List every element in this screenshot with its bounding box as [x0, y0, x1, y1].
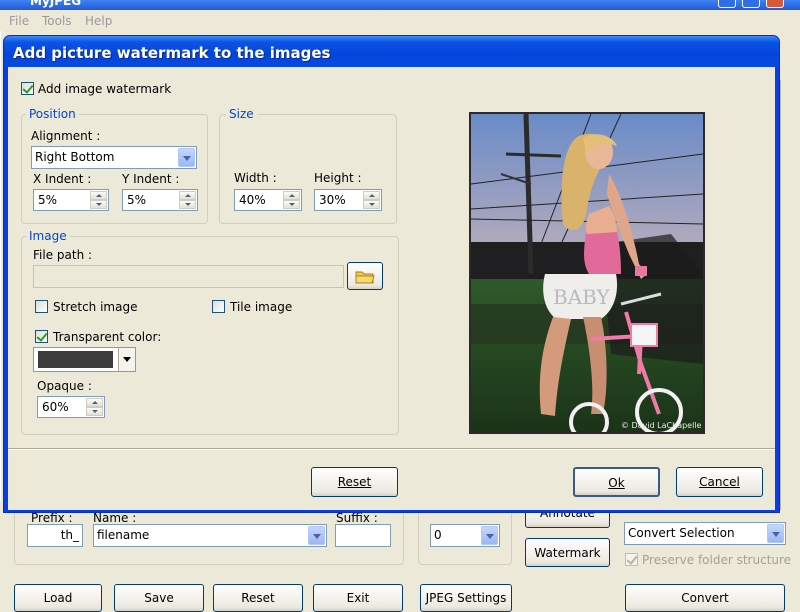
jpeg-settings-button[interactable]: JPEG Settings: [420, 584, 512, 612]
opaque-spinner[interactable]: [86, 398, 103, 416]
shorts-text: BABY: [553, 285, 610, 309]
opaque-input[interactable]: 60%: [37, 396, 105, 418]
chevron-down-icon[interactable]: [308, 526, 325, 545]
save-button[interactable]: Save: [114, 584, 204, 612]
dialog-title: Add picture watermark to the images: [13, 44, 331, 62]
convert-mode-select[interactable]: Convert Selection: [624, 522, 786, 545]
preview-photo: BABY © David LaChapelle: [471, 114, 703, 432]
height-label: Height :: [314, 171, 362, 185]
suffix-label: Suffix :: [336, 511, 378, 525]
alignment-label: Alignment :: [31, 129, 101, 143]
cancel-button-label: Cancel: [699, 475, 740, 489]
file-path-label: File path :: [33, 248, 93, 262]
photo-credit: © David LaChapelle: [621, 421, 702, 430]
stretch-image-checkbox[interactable]: [35, 300, 48, 313]
reset-button-label: Reset: [337, 475, 372, 489]
menu-tools[interactable]: Tools: [42, 14, 72, 28]
menu-file[interactable]: File: [9, 14, 29, 28]
minimize-icon[interactable]: [718, 0, 736, 8]
name-select[interactable]: filename: [93, 524, 327, 547]
spin-up-icon[interactable]: [363, 191, 380, 200]
watermark-button[interactable]: Watermark: [525, 538, 610, 567]
height-input[interactable]: 30%: [314, 189, 382, 211]
exit-button[interactable]: Exit: [313, 584, 403, 612]
main-window-edge: [780, 80, 781, 510]
ok-button[interactable]: Ok: [573, 467, 660, 497]
spin-up-icon[interactable]: [90, 191, 107, 200]
close-icon[interactable]: [766, 0, 784, 8]
chevron-down-icon[interactable]: [178, 148, 195, 167]
preserve-folder-label: Preserve folder structure: [642, 553, 792, 567]
height-spinner[interactable]: [363, 191, 380, 209]
add-watermark-checkbox[interactable]: [21, 82, 34, 95]
stretch-image-label: Stretch image: [53, 300, 138, 314]
number-select-value: 0: [434, 528, 442, 542]
spin-up-icon[interactable]: [86, 398, 103, 407]
y-indent-label: Y Indent :: [122, 172, 180, 186]
prefix-label: Prefix :: [31, 511, 73, 525]
spin-down-icon[interactable]: [283, 200, 300, 209]
tile-image-label: Tile image: [230, 300, 293, 314]
spin-down-icon[interactable]: [90, 200, 107, 209]
y-indent-value: 5%: [127, 193, 147, 207]
convert-button[interactable]: Convert: [625, 584, 785, 612]
preserve-folder-checkbox[interactable]: [625, 553, 638, 566]
alignment-select[interactable]: Right Bottom: [31, 146, 197, 169]
dropdown-arrow-icon[interactable]: [118, 348, 135, 371]
menu-help[interactable]: Help: [85, 14, 112, 28]
y-indent-input[interactable]: 5%: [122, 189, 198, 211]
name-select-value: filename: [97, 528, 150, 542]
width-spinner[interactable]: [283, 191, 300, 209]
convert-mode-value: Convert Selection: [628, 526, 735, 540]
menubar: File Tools Help: [0, 11, 800, 31]
ok-button-label: Ok: [608, 476, 625, 490]
x-indent-input[interactable]: 5%: [33, 189, 109, 211]
opaque-value: 60%: [42, 400, 69, 414]
spin-down-icon[interactable]: [179, 200, 196, 209]
x-indent-label: X Indent :: [33, 172, 92, 186]
transparent-color-label: Transparent color:: [53, 330, 162, 344]
chevron-down-icon[interactable]: [481, 526, 498, 545]
y-indent-spinner[interactable]: [179, 191, 196, 209]
main-titlebar: MyJPEG: [0, 0, 800, 10]
spin-down-icon[interactable]: [363, 200, 380, 209]
reset-button[interactable]: Reset: [311, 467, 398, 497]
number-select[interactable]: 0: [430, 524, 500, 547]
position-group-title: Position: [26, 107, 79, 121]
reset-main-button[interactable]: Reset: [213, 584, 303, 612]
tile-image-checkbox[interactable]: [212, 300, 225, 313]
opaque-label: Opaque :: [37, 379, 92, 393]
transparent-color-picker[interactable]: [33, 347, 136, 372]
load-button[interactable]: Load: [14, 584, 102, 612]
spin-up-icon[interactable]: [283, 191, 300, 200]
alignment-select-value: Right Bottom: [35, 150, 115, 164]
file-path-input[interactable]: [33, 265, 344, 288]
size-group-title: Size: [226, 107, 257, 121]
name-label: Name :: [93, 511, 137, 525]
spin-up-icon[interactable]: [179, 191, 196, 200]
color-swatch: [38, 351, 113, 368]
maximize-icon[interactable]: [742, 0, 760, 8]
height-value: 30%: [319, 193, 346, 207]
chevron-down-icon[interactable]: [767, 524, 784, 543]
transparent-color-checkbox[interactable]: [35, 330, 48, 343]
folder-icon: [355, 271, 375, 284]
preview-image: BABY © David LaChapelle: [469, 112, 705, 434]
x-indent-spinner[interactable]: [90, 191, 107, 209]
x-indent-value: 5%: [38, 193, 58, 207]
browse-button[interactable]: [347, 262, 383, 290]
dialog-separator: [8, 448, 775, 450]
suffix-input[interactable]: [335, 524, 391, 547]
dialog-titlebar[interactable]: Add picture watermark to the images: [4, 36, 779, 67]
width-value: 40%: [239, 193, 266, 207]
image-group-title: Image: [26, 229, 70, 243]
app-title: MyJPEG: [30, 0, 82, 8]
width-label: Width :: [234, 171, 277, 185]
width-input[interactable]: 40%: [234, 189, 302, 211]
add-watermark-label: Add image watermark: [38, 82, 172, 96]
prefix-input[interactable]: th_: [27, 524, 83, 547]
spin-down-icon[interactable]: [86, 407, 103, 416]
cancel-button[interactable]: Cancel: [676, 467, 763, 497]
